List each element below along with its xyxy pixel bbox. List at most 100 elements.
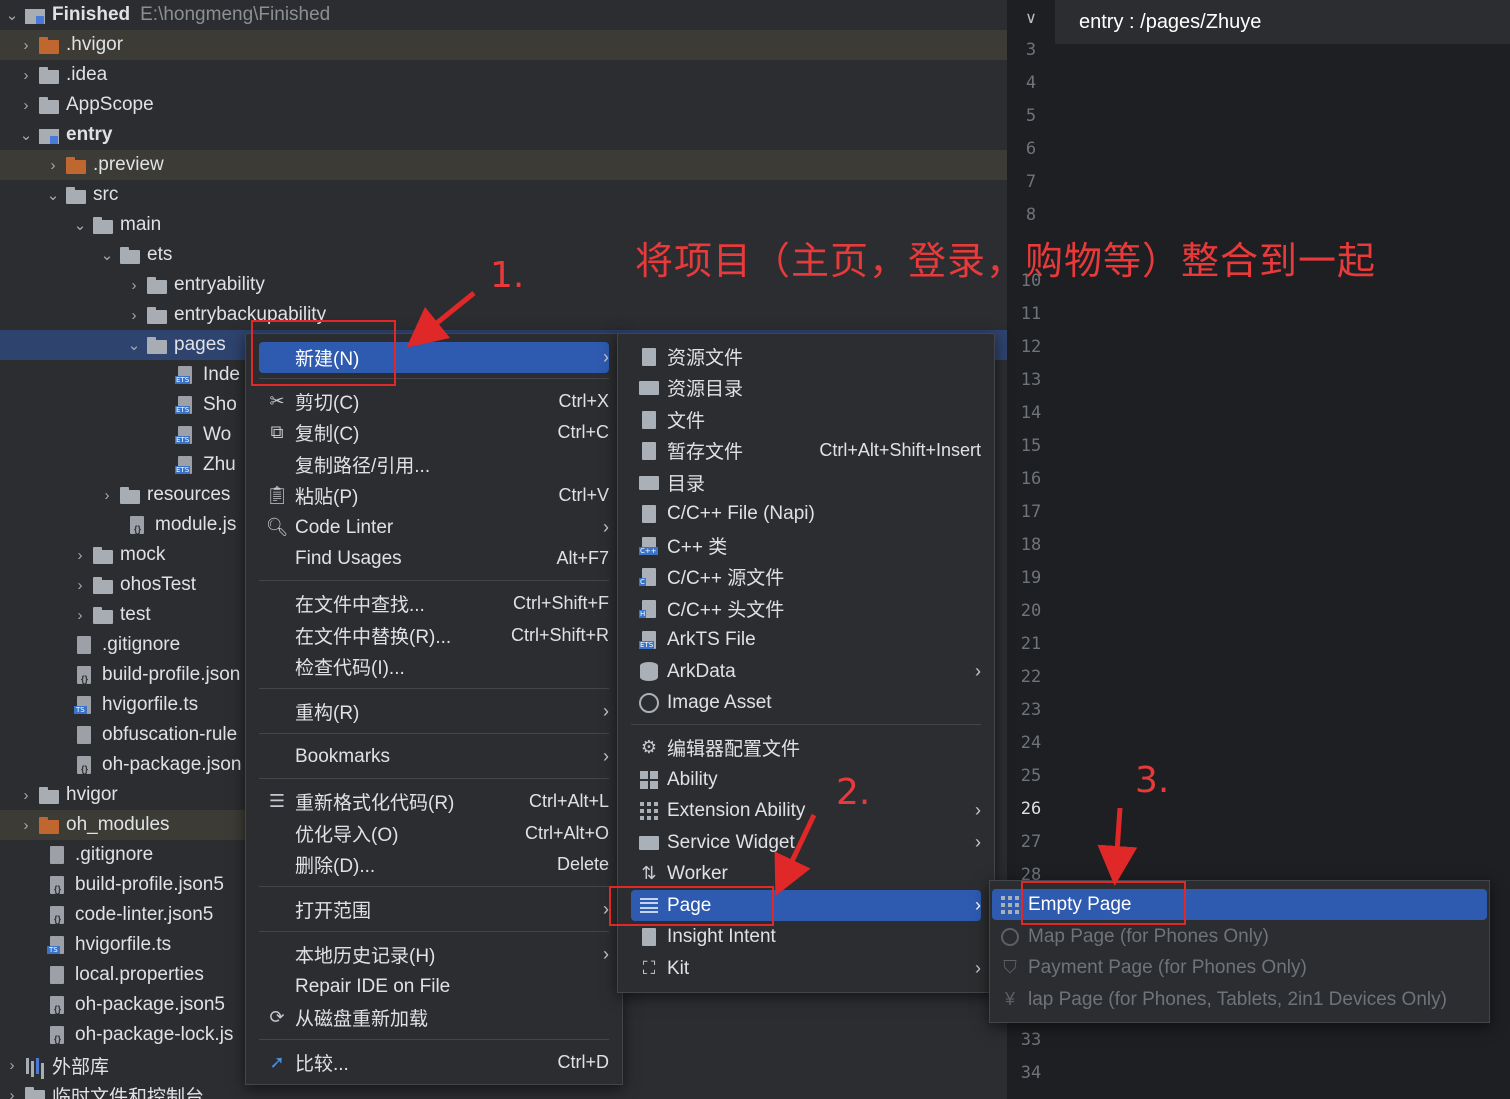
- menu-item-copy-path[interactable]: 复制路径/引用...: [259, 449, 609, 480]
- chevron-right-icon[interactable]: ›: [122, 307, 146, 324]
- menu-item-replace-in-files[interactable]: 在文件中替换(R)... Ctrl+Shift+R: [259, 620, 609, 651]
- tree-item[interactable]: ⌄ entry: [0, 120, 1007, 150]
- menu-item-editorconfig[interactable]: ⚙ 编辑器配置文件: [631, 732, 981, 763]
- menu-item-inspect-code[interactable]: 检查代码(I)...: [259, 651, 609, 682]
- tree-item[interactable]: › ohosTest: [0, 570, 245, 600]
- menu-item-resource-directory[interactable]: 资源目录: [631, 372, 981, 403]
- menu-item-code-linter[interactable]: 🔍︎ Code Linter ›: [259, 512, 609, 543]
- chevron-down-icon[interactable]: ∨: [1007, 0, 1055, 36]
- tree-item[interactable]: › mock: [0, 540, 245, 570]
- chevron-right-icon[interactable]: ›: [14, 787, 38, 804]
- menu-item-cpp-header[interactable]: H C/C++ 头文件: [631, 593, 981, 624]
- file-icon: [631, 410, 667, 429]
- chevron-right-icon[interactable]: ›: [14, 67, 38, 84]
- menu-item-optimize-imports[interactable]: 优化导入(O) Ctrl+Alt+O: [259, 818, 609, 849]
- menu-item-cpp-source[interactable]: C C/C++ 源文件: [631, 561, 981, 592]
- tree-item[interactable]: › AppScope: [0, 90, 1007, 120]
- tree-item[interactable]: build-profile.json: [0, 660, 245, 690]
- tree-item[interactable]: Sho: [0, 390, 245, 420]
- menu-item-reformat-code[interactable]: ☰ 重新格式化代码(R) Ctrl+Alt+L: [259, 786, 609, 817]
- menu-item-file[interactable]: 文件: [631, 404, 981, 435]
- chevron-down-icon[interactable]: ⌄: [0, 6, 24, 24]
- menu-item-scratch-file[interactable]: 暂存文件 Ctrl+Alt+Shift+Insert: [631, 435, 981, 466]
- chevron-right-icon[interactable]: ›: [95, 487, 119, 504]
- chevron-down-icon[interactable]: ⌄: [14, 126, 38, 144]
- tree-item[interactable]: oh-package.json5: [0, 990, 245, 1020]
- menu-item-arkts-file[interactable]: ETS ArkTS File: [631, 624, 981, 655]
- menu-item-compare[interactable]: ➚ 比较... Ctrl+D: [259, 1047, 609, 1078]
- menu-item-open-in[interactable]: 打开范围 ›: [259, 894, 609, 925]
- chevron-right-icon[interactable]: ›: [0, 1087, 24, 1099]
- menu-item-extension-ability[interactable]: Extension Ability ›: [631, 795, 981, 826]
- menu-item-arkdata[interactable]: ArkData ›: [631, 656, 981, 687]
- tree-item[interactable]: › hvigor: [0, 780, 245, 810]
- tree-item[interactable]: ⌄ src: [0, 180, 1007, 210]
- tree-item[interactable]: › .hvigor: [0, 30, 1007, 60]
- tree-item[interactable]: › entrybackupability: [0, 300, 1007, 330]
- tree-item[interactable]: oh-package-lock.js: [0, 1020, 245, 1050]
- tree-item[interactable]: › 临时文件和控制台: [0, 1080, 245, 1099]
- menu-item-label: 从磁盘重新加载: [295, 1009, 429, 1030]
- chevron-down-icon[interactable]: ⌄: [68, 216, 92, 234]
- menu-item-repair-ide[interactable]: Repair IDE on File: [259, 971, 609, 1002]
- tree-item[interactable]: Zhu: [0, 450, 245, 480]
- tree-item[interactable]: › .preview: [0, 150, 1007, 180]
- menu-item-find-usages[interactable]: Find Usages Alt+F7: [259, 543, 609, 574]
- menu-item-bookmarks[interactable]: Bookmarks ›: [259, 741, 609, 772]
- chevron-right-icon[interactable]: ›: [14, 37, 38, 54]
- menu-item-find-in-files[interactable]: 在文件中查找... Ctrl+Shift+F: [259, 588, 609, 619]
- chevron-down-icon[interactable]: ⌄: [41, 186, 65, 204]
- menu-item-kit[interactable]: ⛶ Kit ›: [631, 953, 981, 984]
- chevron-down-icon[interactable]: ⌄: [95, 246, 119, 264]
- menu-item-image-asset[interactable]: Image Asset: [631, 687, 981, 718]
- tree-root[interactable]: ⌄ Finished E:\hongmeng\Finished: [0, 0, 1007, 30]
- menu-item-refactor[interactable]: 重构(R) ›: [259, 696, 609, 727]
- chevron-right-icon[interactable]: ›: [68, 577, 92, 594]
- menu-item-local-history[interactable]: 本地历史记录(H) ›: [259, 939, 609, 970]
- tree-item[interactable]: code-linter.json5: [0, 900, 245, 930]
- tree-item[interactable]: › 外部库: [0, 1050, 245, 1080]
- tree-item[interactable]: hvigorfile.ts: [0, 690, 245, 720]
- chevron-right-icon[interactable]: ›: [0, 1057, 24, 1074]
- tree-item[interactable]: Wo: [0, 420, 245, 450]
- menu-item-service-widget[interactable]: Service Widget ›: [631, 827, 981, 858]
- tree-item[interactable]: › resources: [0, 480, 245, 510]
- chevron-right-icon[interactable]: ›: [14, 817, 38, 834]
- menu-item-delete[interactable]: 删除(D)... Delete: [259, 849, 609, 880]
- menu-item-label: 编辑器配置文件: [667, 739, 801, 760]
- menu-item-cpp-napi[interactable]: C/C++ File (Napi): [631, 498, 981, 529]
- tree-item[interactable]: build-profile.json5: [0, 870, 245, 900]
- chevron-right-icon[interactable]: ›: [41, 157, 65, 174]
- tree-item[interactable]: .gitignore: [0, 630, 245, 660]
- menu-item-label: Insight Intent: [667, 925, 776, 947]
- chevron-right-icon[interactable]: ›: [14, 97, 38, 114]
- chevron-right-icon[interactable]: ›: [68, 607, 92, 624]
- menu-item-cut[interactable]: ✂ 剪切(C) Ctrl+X: [259, 386, 609, 417]
- tree-item[interactable]: › oh_modules: [0, 810, 245, 840]
- tree-item[interactable]: local.properties: [0, 960, 245, 990]
- menu-item-copy[interactable]: ⧉ 复制(C) Ctrl+C: [259, 417, 609, 448]
- chevron-down-icon[interactable]: ⌄: [122, 336, 146, 354]
- tree-item[interactable]: › .idea: [0, 60, 1007, 90]
- menu-item-ability[interactable]: Ability: [631, 764, 981, 795]
- menu-item-directory[interactable]: 目录: [631, 467, 981, 498]
- menu-item-reload-from-disk[interactable]: ⟳ 从磁盘重新加载: [259, 1002, 609, 1033]
- tree-item[interactable]: Inde: [0, 360, 245, 390]
- menu-item-worker[interactable]: ⇅ Worker: [631, 858, 981, 889]
- tree-item-label: .idea: [66, 64, 108, 85]
- config-file-icon: [47, 996, 69, 1014]
- menu-item-resource-file[interactable]: 资源文件: [631, 341, 981, 372]
- menu-item-cpp-class[interactable]: C++ C++ 类: [631, 530, 981, 561]
- menu-item-paste[interactable]: 📋︎ 粘贴(P) Ctrl+V: [259, 480, 609, 511]
- menu-item-label: 本地历史记录(H): [295, 946, 436, 967]
- tree-item[interactable]: module.js: [0, 510, 245, 540]
- tree-item[interactable]: .gitignore: [0, 840, 245, 870]
- tree-item[interactable]: hvigorfile.ts: [0, 930, 245, 960]
- chevron-right-icon[interactable]: ›: [122, 277, 146, 294]
- tree-item[interactable]: obfuscation-rule: [0, 720, 245, 750]
- tree-item-label: build-profile.json: [102, 664, 241, 685]
- chevron-right-icon: ›: [603, 347, 609, 367]
- tree-item[interactable]: oh-package.json: [0, 750, 245, 780]
- tree-item[interactable]: › test: [0, 600, 245, 630]
- chevron-right-icon[interactable]: ›: [68, 547, 92, 564]
